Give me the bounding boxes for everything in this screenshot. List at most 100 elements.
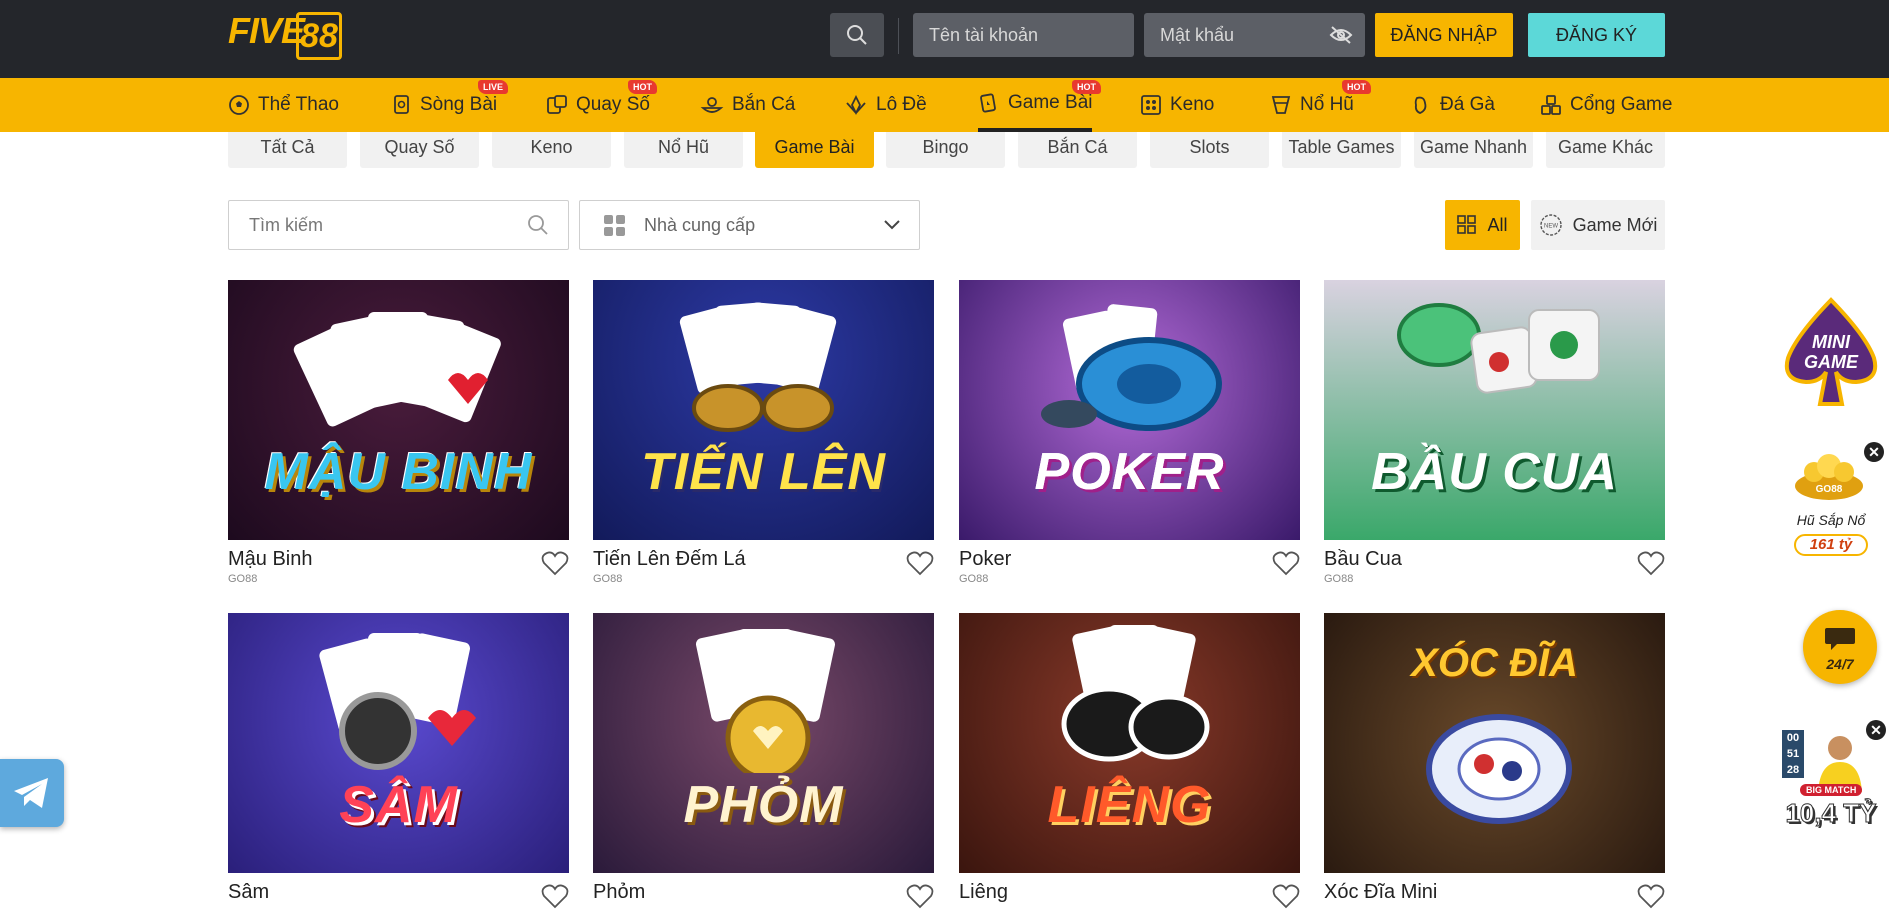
game-card-lieng[interactable]: LIÊNG Liêng <box>959 613 1300 909</box>
username-placeholder: Tên tài khoản <box>929 25 1039 45</box>
tab-bingo[interactable]: Bingo <box>886 132 1005 168</box>
jackpot-widget[interactable]: GO88 Hũ Sắp Nổ 161 tỷ ✕ <box>1776 442 1886 560</box>
heart-icon[interactable] <box>1272 550 1300 576</box>
game-search-input[interactable]: Tìm kiếm <box>228 200 569 250</box>
nav-item-label: Đá Gà <box>1440 94 1495 115</box>
svg-text:MINI: MINI <box>1812 332 1851 352</box>
heart-icon[interactable] <box>541 550 569 576</box>
nav-item-song-bai[interactable]: Sòng Bài LIVE <box>392 78 509 132</box>
provider-select[interactable]: Nhà cung cấp <box>579 200 920 250</box>
heart-icon[interactable] <box>1272 883 1300 909</box>
nav-item-label: Nổ Hũ <box>1300 94 1354 115</box>
chevron-down-icon <box>884 220 900 230</box>
nav-item-the-thao[interactable]: Thể Thao <box>228 78 339 132</box>
nav-item-label: Thể Thao <box>258 94 339 115</box>
game-art-title: XÓC ĐĨA <box>1411 641 1578 685</box>
game-card-phom[interactable]: PHỎM Phỏm <box>593 613 934 909</box>
tab-game-bai[interactable]: Game Bài <box>755 132 874 168</box>
nav-item-game-bai[interactable]: Game Bài HOT <box>978 78 1101 132</box>
nav-item-label: Bắn Cá <box>732 94 796 115</box>
jackpot-value: 161 tỷ <box>1794 534 1868 556</box>
svg-text:NEW: NEW <box>1544 224 1558 230</box>
game-name: Poker <box>959 548 1012 570</box>
nav-item-ban-ca[interactable]: Bắn Cá <box>700 78 795 132</box>
game-thumbnail[interactable]: TIẾN LÊN <box>593 280 934 540</box>
live-badge: LIVE <box>478 80 509 94</box>
filter-new-button[interactable]: NEW Game Mới <box>1531 200 1665 250</box>
game-thumbnail[interactable]: PHỎM <box>593 613 934 873</box>
support-label: 24/7 <box>1826 656 1854 672</box>
nav-item-label: Cổng Game <box>1570 94 1673 115</box>
game-thumbnail[interactable]: LIÊNG <box>959 613 1300 873</box>
game-thumbnail[interactable]: BẦU CUA <box>1324 280 1665 540</box>
tab-no-hu[interactable]: Nổ Hũ <box>624 132 743 168</box>
heart-icon[interactable] <box>906 883 934 909</box>
tab-game-nhanh[interactable]: Game Nhanh <box>1414 132 1533 168</box>
top-bar: FIVE 88 Tên tài khoản Mật khẩu ĐĂNG NHẬP… <box>0 0 1889 78</box>
game-thumbnail[interactable]: XÓC ĐĨA <box>1324 613 1665 873</box>
filter-all-button[interactable]: All <box>1445 200 1520 250</box>
game-art-title: POKER <box>1034 443 1225 501</box>
countdown: 00 51 28 <box>1782 730 1804 778</box>
dice-art <box>1397 303 1600 394</box>
rooster-icon <box>1414 96 1427 114</box>
nav-item-lo-de[interactable]: Lô Đề <box>844 78 927 132</box>
header-search-button[interactable] <box>830 13 884 57</box>
game-thumbnail[interactable]: POKER <box>959 280 1300 540</box>
game-name: Mậu Binh <box>228 548 313 570</box>
svg-text:GAME: GAME <box>1804 352 1859 372</box>
playing-cards-art <box>293 312 501 427</box>
game-provider: GO88 <box>959 573 989 585</box>
register-button[interactable]: ĐĂNG KÝ <box>1528 13 1665 57</box>
close-icon[interactable]: ✕ <box>1864 442 1884 462</box>
game-name: Sâm <box>228 881 270 903</box>
game-card-xoc-dia[interactable]: XÓC ĐĨA Xóc Đĩa Mini <box>1324 613 1665 909</box>
search-icon <box>847 25 867 45</box>
nav-item-keno[interactable]: Keno <box>1140 78 1214 132</box>
tab-slots[interactable]: Slots <box>1150 132 1269 168</box>
tab-tat-ca[interactable]: Tất Cả <box>228 132 347 168</box>
heart-icon[interactable] <box>541 883 569 909</box>
password-input[interactable]: Mật khẩu <box>1144 13 1365 57</box>
logo[interactable]: FIVE 88 <box>228 8 342 66</box>
tab-game-khac[interactable]: Game Khác <box>1546 132 1665 168</box>
mini-game-widget[interactable]: MINI GAME <box>1776 296 1886 412</box>
support-widget[interactable]: 24/7 <box>1803 610 1877 684</box>
nav-item-no-hu[interactable]: Nổ Hũ HOT <box>1270 78 1371 132</box>
game-card-bau-cua[interactable]: BẦU CUA Bầu Cua GO88 <box>1324 280 1665 585</box>
tab-table-games[interactable]: Table Games <box>1282 132 1401 168</box>
game-art-title: SÂM <box>339 776 458 834</box>
game-provider: GO88 <box>1324 573 1354 585</box>
game-card-sam[interactable]: SÂM Sâm <box>228 613 569 909</box>
big-match-badge: BIG MATCH <box>1800 784 1863 796</box>
game-card-tien-len[interactable]: TIẾN LÊN Tiến Lên Đếm Lá GO88 <box>593 280 934 585</box>
heart-icon[interactable] <box>1637 550 1665 576</box>
nav-item-label: Quay Số <box>576 94 650 115</box>
eye-off-icon[interactable] <box>1329 25 1353 45</box>
game-provider: GO88 <box>228 573 258 585</box>
username-input[interactable]: Tên tài khoản <box>913 13 1134 57</box>
nav-item-quay-so[interactable]: Quay Số HOT <box>546 78 657 132</box>
game-thumbnail[interactable]: SÂM <box>228 613 569 873</box>
hot-badge: HOT <box>628 80 657 94</box>
tab-keno[interactable]: Keno <box>492 132 611 168</box>
game-thumbnail[interactable]: MẬU BINH <box>228 280 569 540</box>
big-match-widget[interactable]: 00 51 28 BIG MATCH 10,4 TỶ ✕ <box>1776 720 1886 838</box>
countdown-hours: 00 <box>1786 732 1800 744</box>
telegram-icon <box>14 778 48 808</box>
game-art-title: BẦU CUA <box>1371 443 1618 501</box>
game-card-poker[interactable]: POKER Poker GO88 <box>959 280 1300 585</box>
heart-icon[interactable] <box>906 550 934 576</box>
telegram-button[interactable] <box>0 759 64 827</box>
search-placeholder: Tìm kiếm <box>249 215 323 235</box>
login-button[interactable]: ĐĂNG NHẬP <box>1375 13 1513 57</box>
nav-item-cong-game[interactable]: Cổng Game <box>1540 78 1672 132</box>
spade-badge-icon: MINI GAME <box>1784 297 1878 406</box>
nav-item-da-ga[interactable]: Đá Gà <box>1410 78 1495 132</box>
big-match-value: 10,4 TỶ <box>1785 798 1877 829</box>
close-icon[interactable]: ✕ <box>1866 720 1886 740</box>
heart-icon[interactable] <box>1637 883 1665 909</box>
game-card-mau-binh[interactable]: MẬU BINH Mậu Binh GO88 <box>228 280 569 585</box>
tab-ban-ca[interactable]: Bắn Cá <box>1018 132 1137 168</box>
tab-quay-so[interactable]: Quay Số <box>360 132 479 168</box>
